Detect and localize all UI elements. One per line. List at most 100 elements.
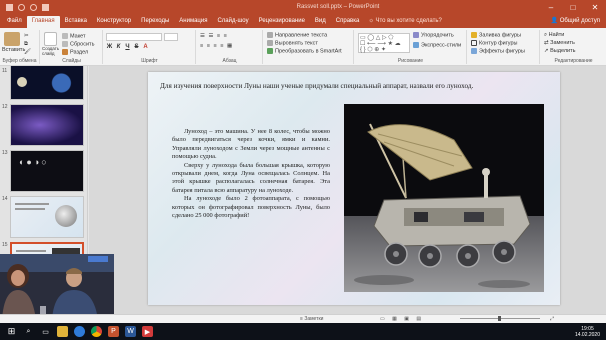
tab-file[interactable]: Файл (2, 16, 27, 28)
slides-group: Создать слайд Макет Сбросить Раздел Слай… (41, 30, 103, 64)
strikethrough-button[interactable]: S (133, 44, 140, 51)
powerpoint-icon[interactable]: P (108, 326, 119, 337)
copy-icon[interactable]: ⧉ (24, 41, 28, 48)
select-label: Выделить (550, 48, 576, 54)
bold-button[interactable]: Ж (106, 44, 113, 51)
tab-design[interactable]: Конструктор (92, 16, 136, 28)
cut-icon[interactable]: ✂ (24, 33, 29, 39)
task-view-icon[interactable]: ▭ (40, 326, 51, 337)
text-direction-button[interactable]: Направление текста (267, 32, 327, 38)
current-slide[interactable]: Для изучения поверхности Луны наши учены… (148, 72, 560, 305)
shapes-gallery[interactable]: ▭ ◯ △ ▷ ⬠ ☐ ⟵ ⟶ ★ ☁{ } ⬡ ⊕ ✦ (358, 33, 410, 53)
quick-styles-label: Экспресс-стили (421, 42, 462, 49)
tell-me-search[interactable]: ☼ Что вы хотите сделать? (368, 16, 442, 28)
start-slideshow-icon[interactable] (42, 3, 49, 11)
font-color-button[interactable]: А (142, 44, 149, 51)
shape-outline-button[interactable]: Контур фигуры (471, 40, 517, 46)
find-button[interactable]: ⌕ Найти (544, 32, 564, 39)
clipboard-group: Вставить ✂ ⧉ 🖌 Буфер обмена (0, 30, 40, 64)
reset-label: Сбросить (70, 41, 95, 48)
close-button[interactable]: ✕ (584, 3, 606, 12)
smartart-icon (267, 48, 273, 54)
ribbon: Вставить ✂ ⧉ 🖌 Буфер обмена Создать слай… (0, 28, 606, 66)
lunokhod-illustration (344, 104, 544, 292)
align-text-icon (267, 40, 273, 46)
chrome-icon[interactable] (91, 326, 102, 337)
section-button[interactable]: Раздел (62, 49, 88, 55)
redo-icon[interactable] (30, 3, 37, 11)
file-explorer-icon[interactable] (57, 326, 68, 337)
effects-icon (471, 48, 477, 54)
slide-body-text[interactable]: Луноход – это машина. У нее 8 колес, что… (172, 128, 330, 220)
search-icon[interactable]: ⌕ (23, 326, 34, 337)
text-direction-label: Направление текста (275, 32, 328, 39)
align-icons[interactable]: ≡ ≡ ≡ ≡ ▦ (200, 43, 233, 49)
slide-thumbnail[interactable] (10, 66, 84, 100)
layout-button[interactable]: Макет (62, 33, 86, 39)
slide-intro-text[interactable]: Для изучения поверхности Луны наши учены… (160, 82, 544, 91)
align-text-button[interactable]: Выровнять текст (267, 40, 318, 46)
drawing-group: ▭ ◯ △ ▷ ⬠ ☐ ⟵ ⟶ ★ ☁{ } ⬡ ⊕ ✦ Упорядочить … (355, 30, 467, 64)
minimize-button[interactable]: – (540, 3, 562, 12)
bullets-icon[interactable]: ☰ ☰ ≡ ≡ (200, 33, 228, 39)
text-line (15, 203, 49, 205)
thumbnail-number: 11 (2, 68, 8, 74)
planet-image (55, 205, 77, 227)
save-icon[interactable] (6, 3, 13, 11)
font-group-label: Шрифт (141, 58, 158, 64)
editing-group-label: Редактирование (554, 58, 593, 64)
section-icon (62, 49, 68, 55)
reset-button[interactable]: Сбросить (62, 41, 94, 47)
text-options-group: Направление текста Выровнять текст Преоб… (264, 30, 354, 64)
font-size-combobox[interactable] (164, 33, 178, 41)
font-name-combobox[interactable] (106, 33, 162, 41)
tab-insert[interactable]: Вставка (60, 16, 92, 28)
underline-button[interactable]: Ч (124, 44, 131, 51)
new-slide-button[interactable]: Создать слайд (42, 46, 60, 56)
quick-styles-button[interactable]: Экспресс-стили (413, 42, 461, 48)
notes-button[interactable]: ≡ Заметки (300, 316, 323, 322)
tab-view[interactable]: Вид (310, 16, 331, 28)
slide-thumbnail[interactable] (10, 196, 84, 238)
tv-studio-image (0, 254, 114, 320)
format-painter-icon[interactable]: 🖌 (24, 49, 31, 55)
word-icon[interactable]: W (125, 326, 136, 337)
paste-icon[interactable] (4, 32, 20, 46)
tab-review[interactable]: Рецензирование (254, 16, 310, 28)
replace-button[interactable]: ⇄ Заменить (544, 40, 575, 46)
fit-slide-icon[interactable]: ⤢ (550, 316, 554, 322)
convert-smartart-button[interactable]: Преобразовать в SmartArt (267, 48, 342, 54)
system-clock[interactable]: 19:05 14.02.2020 (575, 326, 606, 338)
tab-transitions[interactable]: Переходы (136, 16, 174, 28)
shape-effects-button[interactable]: Эффекты фигуры (471, 48, 525, 54)
start-icon[interactable]: ⊞ (6, 326, 17, 337)
media-icon[interactable]: ▶ (142, 326, 153, 337)
italic-button[interactable]: К (115, 44, 122, 51)
paragraph-group-label: Абзац (222, 58, 237, 64)
slide-thumbnail[interactable] (10, 104, 84, 146)
moon-image (17, 77, 27, 87)
zoom-slider-thumb[interactable] (498, 316, 501, 321)
arrange-button[interactable]: Упорядочить (413, 32, 454, 38)
body-paragraph: На луноходе было 2 фотоаппарата, с помощ… (172, 195, 330, 220)
tab-help[interactable]: Справка (331, 16, 365, 28)
new-slide-icon[interactable] (44, 32, 57, 46)
tab-animations[interactable]: Анимация (174, 16, 212, 28)
layout-icon (62, 33, 68, 39)
undo-icon[interactable] (18, 3, 25, 11)
font-format-row: ЖКЧSА (106, 44, 151, 51)
maximize-button[interactable]: □ (562, 3, 584, 12)
clipboard-group-label: Буфер обмена (2, 58, 37, 64)
tab-slideshow[interactable]: Слайд-шоу (212, 16, 253, 28)
quick-styles-icon (413, 42, 419, 48)
shape-fill-button[interactable]: Заливка фигуры (471, 32, 521, 38)
browser-icon[interactable] (74, 326, 85, 337)
select-button[interactable]: ➚ Выделить (544, 48, 576, 54)
tab-home[interactable]: Главная (26, 16, 60, 28)
quick-access-toolbar (0, 3, 150, 11)
view-buttons[interactable]: ▭ ▦ ▣ ▤ (380, 316, 424, 322)
share-button[interactable]: 👤 Общий доступ (551, 16, 606, 28)
lunokhod-photo[interactable] (344, 104, 544, 292)
slide-thumbnail[interactable]: ◐●◑○ (10, 150, 84, 192)
paste-button[interactable]: Вставить (2, 47, 25, 53)
